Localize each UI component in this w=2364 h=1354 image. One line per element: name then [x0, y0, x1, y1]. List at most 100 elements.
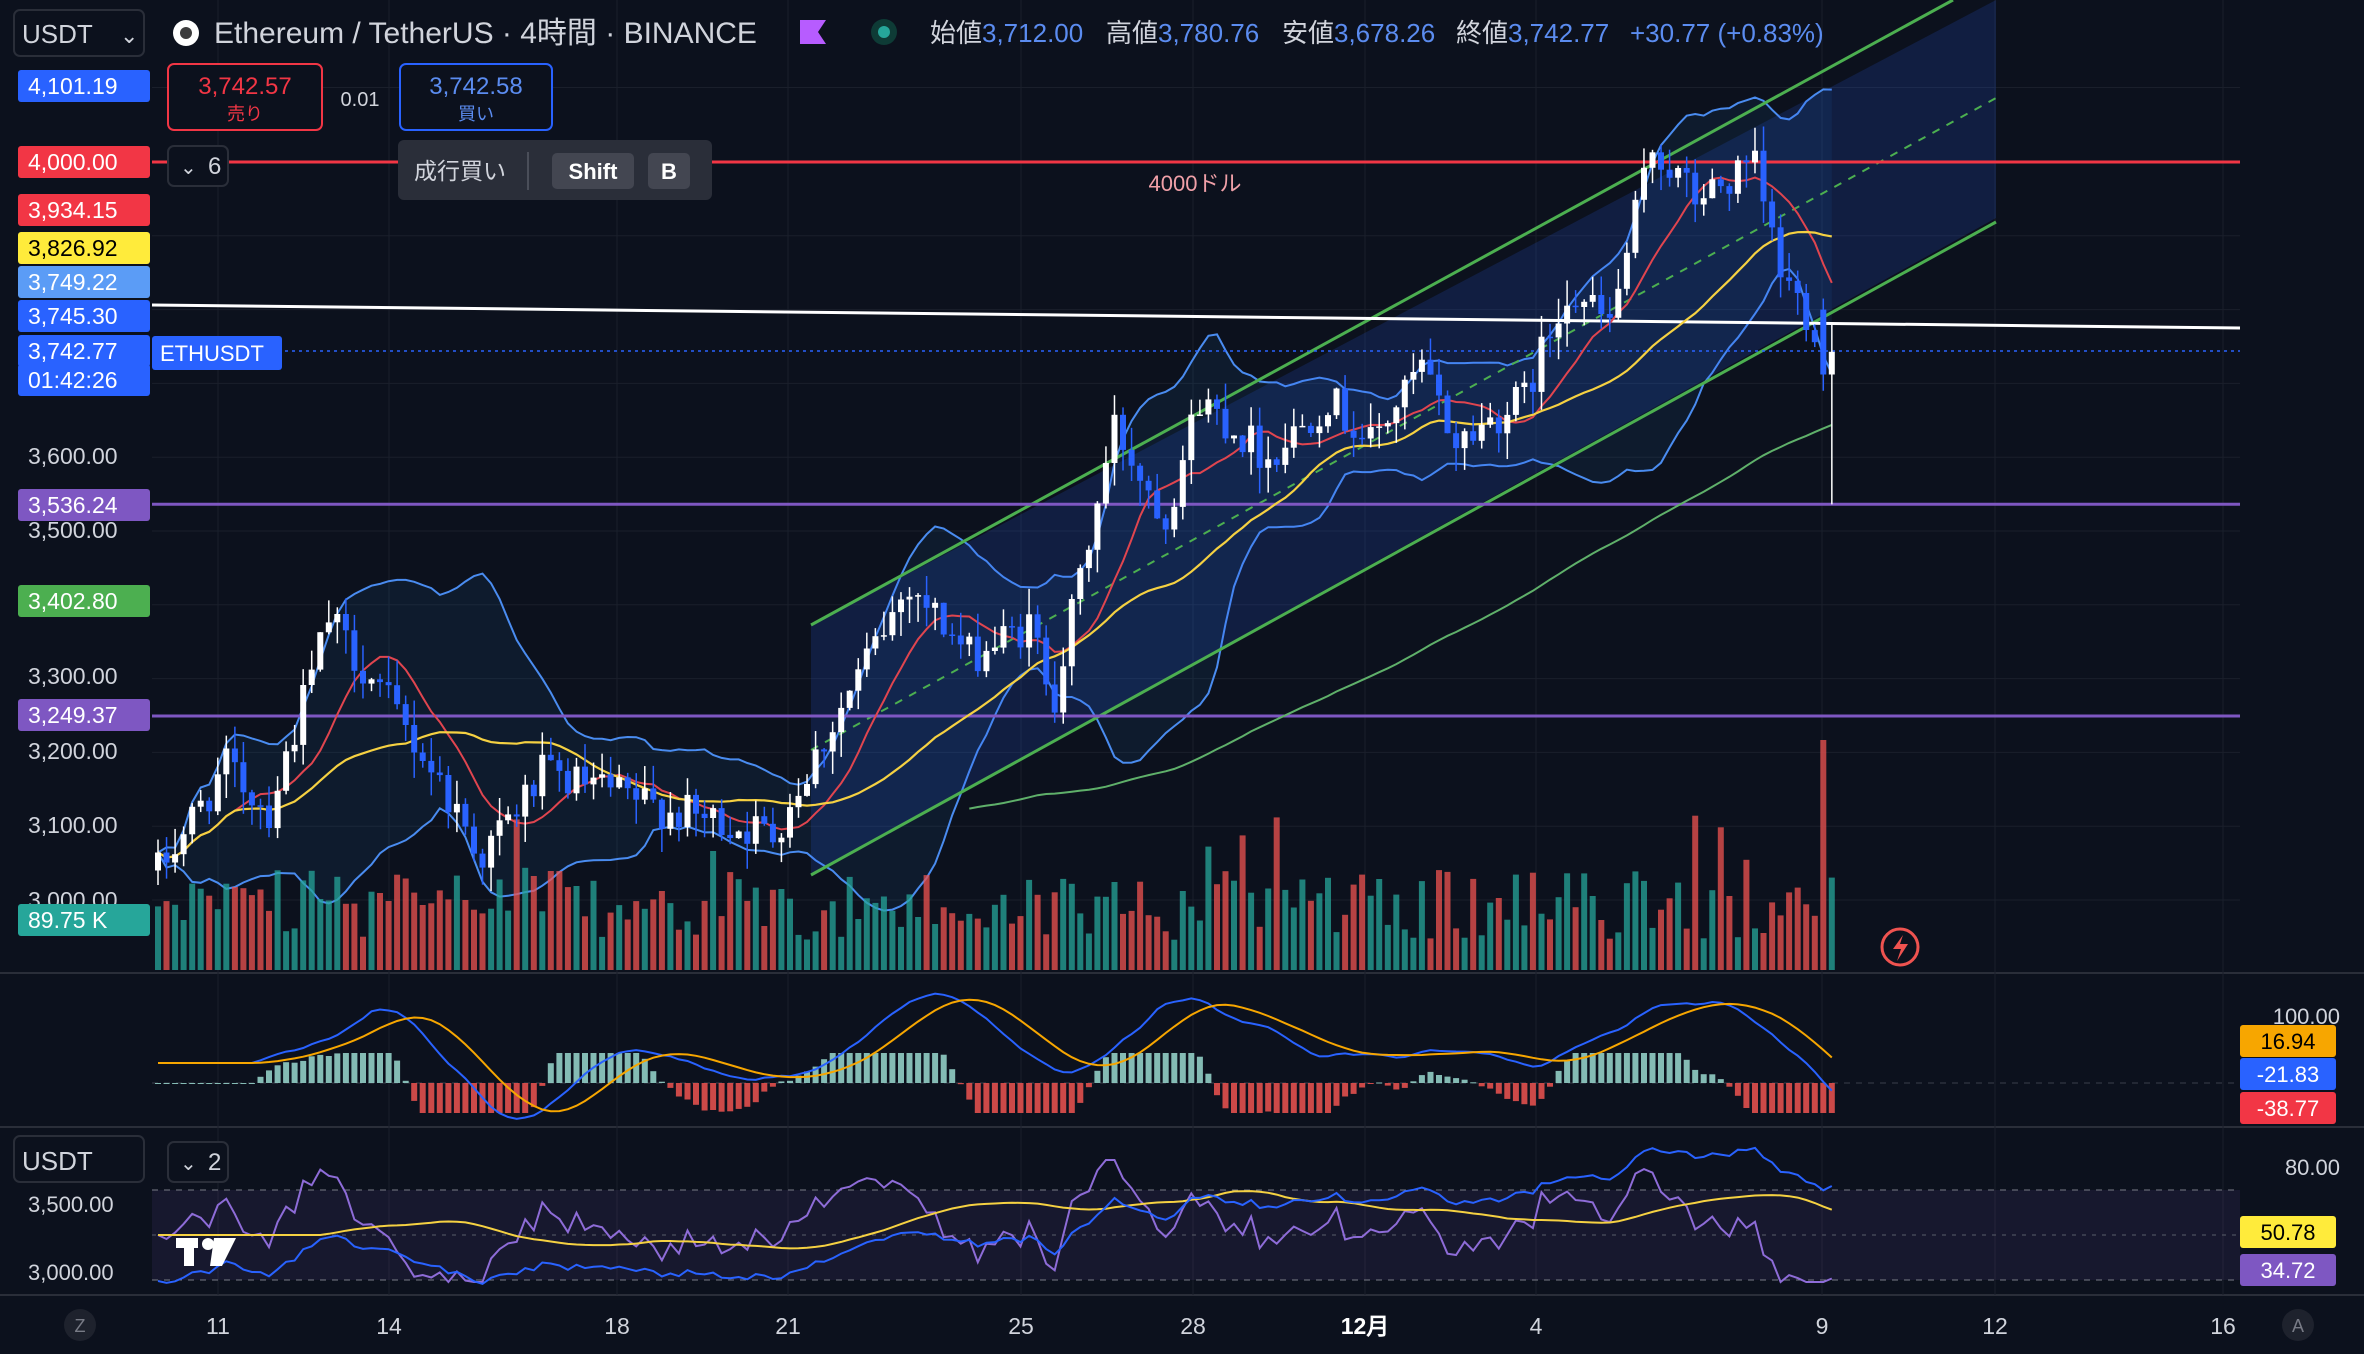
candle-body[interactable]: [471, 826, 477, 854]
candle-body[interactable]: [1666, 169, 1673, 178]
candle-body[interactable]: [377, 679, 383, 683]
candle-body[interactable]: [539, 754, 546, 797]
candle-body[interactable]: [1077, 568, 1084, 599]
candle-body[interactable]: [744, 831, 751, 844]
candle-body[interactable]: [1290, 426, 1297, 448]
candle-body[interactable]: [1196, 414, 1203, 417]
candle-body[interactable]: [1026, 614, 1033, 648]
candle-body[interactable]: [1256, 425, 1263, 468]
candle-body[interactable]: [1342, 388, 1349, 431]
candle-body[interactable]: [1120, 414, 1126, 450]
candle-body[interactable]: [1564, 305, 1571, 324]
candle-body[interactable]: [436, 772, 443, 776]
candle-body[interactable]: [1068, 599, 1075, 667]
candle-body[interactable]: [607, 774, 614, 788]
candle-body[interactable]: [1555, 323, 1562, 338]
candle-body[interactable]: [394, 685, 401, 705]
candle-body[interactable]: [325, 622, 332, 633]
candle-body[interactable]: [838, 707, 845, 733]
candle-body[interactable]: [1786, 277, 1793, 281]
candle-body[interactable]: [1581, 301, 1588, 307]
candle-body[interactable]: [573, 766, 580, 794]
candle-body[interactable]: [214, 774, 221, 812]
candle-body[interactable]: [1384, 423, 1391, 427]
candle-body[interactable]: [240, 762, 247, 793]
candle-body[interactable]: [1000, 626, 1007, 648]
candle-body[interactable]: [889, 612, 896, 636]
candle-body[interactable]: [1111, 414, 1118, 463]
candle-body[interactable]: [795, 795, 802, 808]
candle-body[interactable]: [453, 803, 460, 813]
candle-body[interactable]: [1717, 179, 1724, 187]
candle-body[interactable]: [1273, 459, 1280, 465]
candle-body[interactable]: [1461, 431, 1468, 449]
candle-body[interactable]: [701, 813, 708, 818]
candle-body[interactable]: [923, 595, 930, 608]
candle-body[interactable]: [1376, 426, 1383, 428]
candle-body[interactable]: [1239, 435, 1246, 453]
candle-body[interactable]: [1145, 480, 1152, 491]
candle-body[interactable]: [206, 800, 213, 812]
candle-body[interactable]: [1265, 459, 1272, 468]
candle-body[interactable]: [223, 748, 230, 775]
candle-body[interactable]: [752, 816, 759, 844]
candle-body[interactable]: [513, 814, 520, 817]
candle-body[interactable]: [1752, 150, 1758, 163]
candle-body[interactable]: [966, 636, 973, 645]
candle-body[interactable]: [624, 777, 631, 789]
candle-body[interactable]: [445, 775, 452, 813]
candle-body[interactable]: [1623, 252, 1630, 289]
candle-body[interactable]: [1154, 490, 1161, 519]
candle-body[interactable]: [342, 614, 349, 631]
candle-body[interactable]: [197, 800, 204, 807]
candle-body[interactable]: [530, 784, 537, 797]
candle-body[interactable]: [1769, 201, 1776, 228]
candle-body[interactable]: [496, 820, 503, 836]
candle-body[interactable]: [804, 784, 810, 796]
candle-body[interactable]: [880, 635, 887, 637]
candle-body[interactable]: [1060, 666, 1067, 713]
candle-body[interactable]: [1128, 449, 1135, 466]
candle-body[interactable]: [1692, 172, 1699, 205]
candle-body[interactable]: [667, 812, 674, 829]
candle-body[interactable]: [1470, 431, 1477, 441]
candle-body[interactable]: [547, 754, 554, 761]
candle-body[interactable]: [821, 749, 828, 752]
candle-body[interactable]: [1436, 374, 1442, 396]
candle-body[interactable]: [257, 805, 264, 807]
candle-body[interactable]: [1299, 425, 1306, 428]
candle-body[interactable]: [155, 852, 161, 871]
candle-body[interactable]: [1512, 387, 1519, 415]
candle-body[interactable]: [1282, 447, 1289, 465]
candle-body[interactable]: [1214, 399, 1220, 409]
candle-body[interactable]: [599, 774, 606, 778]
candle-body[interactable]: [650, 788, 657, 800]
candle-body[interactable]: [428, 760, 435, 773]
candle-body[interactable]: [1495, 417, 1502, 434]
candle-body[interactable]: [1085, 549, 1092, 569]
candle-body[interactable]: [1393, 407, 1400, 424]
candle-body[interactable]: [641, 788, 648, 800]
candle-body[interactable]: [564, 770, 571, 794]
candle-body[interactable]: [710, 808, 717, 818]
candle-body[interactable]: [1316, 426, 1323, 434]
trading-chart[interactable]: 4000ドル ETHUSDT USDT ⌄ Ethereum / TetherU…: [0, 0, 2364, 1354]
candle-body[interactable]: [1222, 408, 1229, 439]
candle-body[interactable]: [658, 799, 665, 829]
candle-body[interactable]: [1444, 395, 1451, 434]
candle-body[interactable]: [291, 744, 298, 752]
candle-body[interactable]: [1632, 199, 1639, 253]
candle-body[interactable]: [1649, 152, 1656, 168]
candle-body[interactable]: [727, 834, 734, 838]
candle-body[interactable]: [351, 630, 358, 671]
candle-body[interactable]: [1675, 168, 1682, 178]
candle-body[interactable]: [1205, 399, 1212, 415]
candle-body[interactable]: [1709, 179, 1716, 199]
candle-body[interactable]: [163, 852, 170, 863]
candle-body[interactable]: [231, 748, 238, 763]
candle-body[interactable]: [1606, 314, 1613, 318]
candle-body[interactable]: [991, 647, 998, 651]
candle-body[interactable]: [360, 670, 366, 684]
candle-body[interactable]: [1102, 463, 1109, 504]
candle-body[interactable]: [1359, 437, 1366, 440]
